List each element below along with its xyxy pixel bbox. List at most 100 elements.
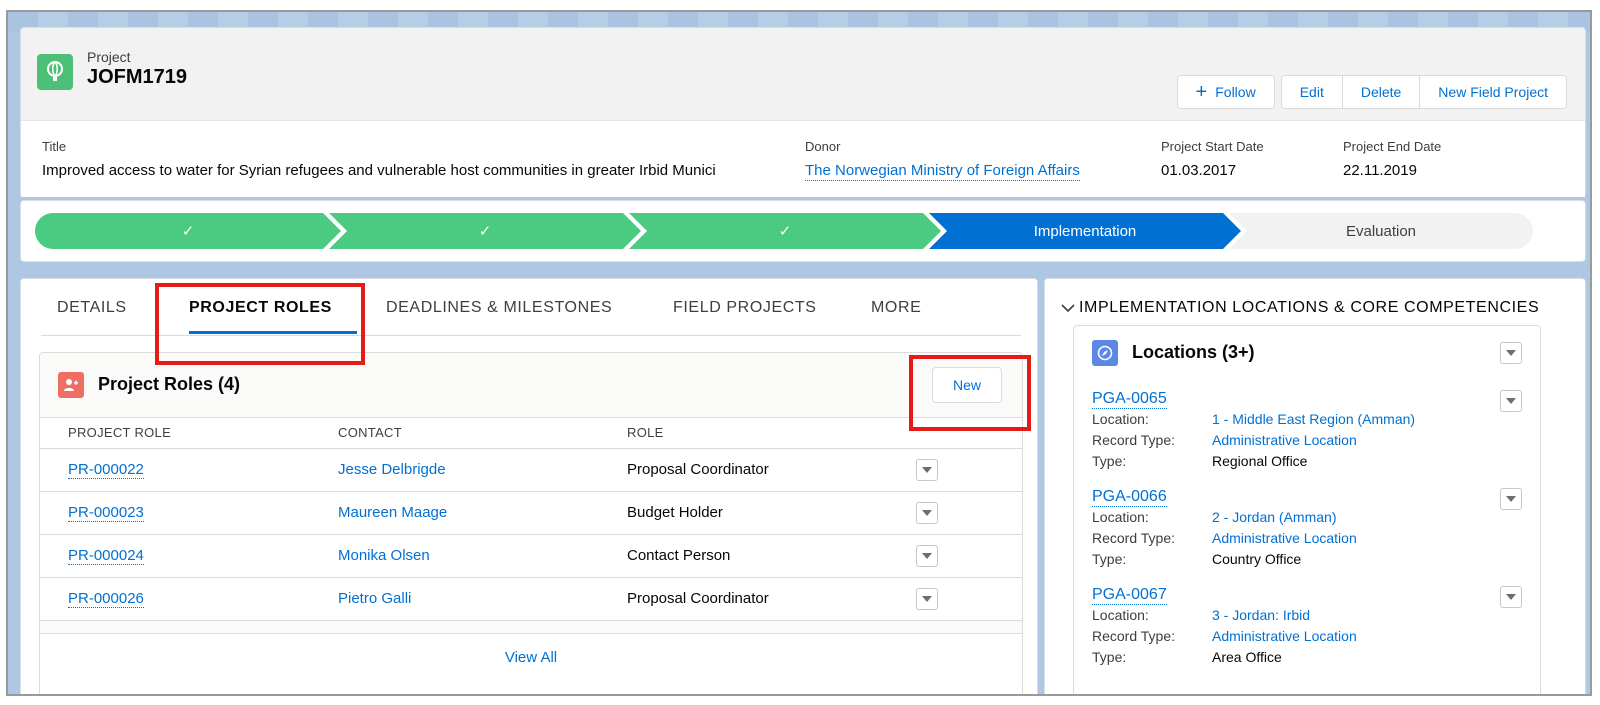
- chevron-down-icon: [922, 553, 932, 559]
- project-icon: [37, 54, 73, 90]
- row-actions-dropdown[interactable]: [916, 459, 938, 481]
- highlights-panel: Title Improved access to water for Syria…: [21, 120, 1585, 197]
- location-link[interactable]: 1 - Middle East Region (Amman): [1212, 411, 1415, 427]
- record-type-label: Record Type:: [1092, 530, 1176, 546]
- edit-button[interactable]: Edit: [1280, 75, 1343, 109]
- location-link[interactable]: 3 - Jordan: Irbid: [1212, 607, 1310, 623]
- record-type-row: Record Type: Administrative Location: [1092, 430, 1522, 451]
- path-step-2[interactable]: ✓: [329, 213, 641, 249]
- record-type-label: Record Type:: [1092, 432, 1176, 448]
- stage-path: ✓ ✓ ✓ Implementation Evaluation: [35, 213, 1533, 249]
- type-value: Area Office: [1212, 649, 1282, 665]
- record-type-link[interactable]: Administrative Location: [1212, 628, 1357, 644]
- record-tabs-card: DETAILS PROJECT ROLES DEADLINES & MILEST…: [20, 278, 1038, 694]
- check-icon: ✓: [778, 223, 792, 240]
- tab-field-projects[interactable]: FIELD PROJECTS: [673, 299, 817, 317]
- related-list-title: Project Roles (4): [98, 374, 241, 394]
- title-field-label: Title: [42, 139, 67, 154]
- check-icon: ✓: [181, 223, 195, 240]
- location-id-link[interactable]: PGA-0065: [1092, 390, 1167, 409]
- project-role-link[interactable]: PR-000023: [68, 504, 144, 522]
- chevron-down-icon: [1061, 300, 1075, 316]
- location-link[interactable]: 2 - Jordan (Amman): [1212, 509, 1336, 525]
- app-frame: Project JOFM1719 + Follow Edit Delete Ne…: [6, 10, 1592, 696]
- tab-more[interactable]: MORE: [871, 299, 921, 317]
- section-title: IMPLEMENTATION LOCATIONS & CORE COMPETEN…: [1079, 299, 1540, 316]
- chevron-down-icon: [1506, 496, 1516, 502]
- record-header: Project JOFM1719 + Follow Edit Delete Ne…: [20, 27, 1586, 197]
- project-role-link[interactable]: PR-000022: [68, 461, 144, 479]
- view-all-link[interactable]: View All: [40, 649, 1022, 666]
- role-value: Contact Person: [627, 547, 731, 564]
- delete-button[interactable]: Delete: [1341, 75, 1421, 109]
- table-header-row: PROJECT ROLE CONTACT ROLE: [40, 417, 1022, 449]
- location-label: Location:: [1092, 411, 1149, 427]
- row-actions-dropdown[interactable]: [916, 545, 938, 567]
- highlight-box-tab: [155, 283, 365, 365]
- stage-path-card: ✓ ✓ ✓ Implementation Evaluation: [20, 200, 1586, 262]
- type-value: Country Office: [1212, 551, 1302, 567]
- location-label: Location:: [1092, 607, 1149, 623]
- path-step-3[interactable]: ✓: [629, 213, 941, 249]
- contact-link[interactable]: Jesse Delbrigde: [338, 461, 446, 478]
- tab-details[interactable]: DETAILS: [57, 299, 127, 317]
- record-type-row: Record Type: Administrative Location: [1092, 528, 1522, 549]
- start-date-label: Project Start Date: [1161, 139, 1264, 154]
- location-label: Location:: [1092, 509, 1149, 525]
- start-date-value: 01.03.2017: [1161, 162, 1237, 179]
- path-step-label: Evaluation: [1345, 222, 1417, 240]
- record-type-link[interactable]: Administrative Location: [1212, 432, 1357, 448]
- record-type-row: Record Type: Administrative Location: [1092, 626, 1522, 647]
- contact-link[interactable]: Pietro Galli: [338, 590, 411, 607]
- follow-button[interactable]: + Follow: [1176, 75, 1275, 109]
- record-type-label: Record Type:: [1092, 628, 1176, 644]
- new-field-project-button[interactable]: New Field Project: [1419, 75, 1567, 109]
- location-id-link[interactable]: PGA-0067: [1092, 586, 1167, 605]
- column-header-role[interactable]: ROLE: [627, 425, 664, 440]
- chevron-down-icon: [922, 510, 932, 516]
- project-role-link[interactable]: PR-000024: [68, 547, 144, 565]
- donor-link[interactable]: The Norwegian Ministry of Foreign Affair…: [805, 162, 1080, 181]
- related-list-footer: View All: [40, 633, 1022, 694]
- role-value: Proposal Coordinator: [627, 461, 769, 478]
- column-header-project-role[interactable]: PROJECT ROLE: [68, 425, 171, 440]
- table-row: PR-000022 Jesse Delbrigde Proposal Coord…: [40, 449, 1022, 492]
- table-row: PR-000024 Monika Olsen Contact Person: [40, 535, 1022, 578]
- locations-actions-dropdown[interactable]: [1500, 342, 1522, 364]
- type-label: Type:: [1092, 551, 1127, 567]
- follow-label: Follow: [1215, 84, 1256, 100]
- contact-link[interactable]: Maureen Maage: [338, 504, 447, 521]
- project-roles-related-list: Project Roles (4) New PROJECT ROLE CONTA…: [39, 352, 1023, 694]
- project-roles-table: PROJECT ROLE CONTACT ROLE PR-000022 Jess…: [40, 417, 1022, 621]
- role-value: Budget Holder: [627, 504, 723, 521]
- project-role-link[interactable]: PR-000026: [68, 590, 144, 608]
- path-step-implementation[interactable]: Implementation: [929, 213, 1241, 249]
- chevron-down-icon: [922, 467, 932, 473]
- path-step-1[interactable]: ✓: [35, 213, 341, 249]
- column-header-contact[interactable]: CONTACT: [338, 425, 402, 440]
- role-value: Proposal Coordinator: [627, 590, 769, 607]
- action-button-group: Edit Delete New Field Project: [1280, 75, 1567, 109]
- row-actions-dropdown[interactable]: [916, 502, 938, 524]
- tab-deadlines-milestones[interactable]: DEADLINES & MILESTONES: [386, 299, 612, 317]
- side-panel: IMPLEMENTATION LOCATIONS & CORE COMPETEN…: [1044, 278, 1586, 694]
- start-date-field: Project Start Date 01.03.2017: [1161, 139, 1264, 179]
- row-actions-dropdown[interactable]: [916, 588, 938, 610]
- path-step-evaluation[interactable]: Evaluation: [1229, 213, 1533, 249]
- table-row: PR-000023 Maureen Maage Budget Holder: [40, 492, 1022, 535]
- contact-link[interactable]: Monika Olsen: [338, 547, 430, 564]
- record-type-link[interactable]: Administrative Location: [1212, 530, 1357, 546]
- type-row: Type: Regional Office: [1092, 451, 1522, 472]
- section-header[interactable]: IMPLEMENTATION LOCATIONS & CORE COMPETEN…: [1061, 299, 1539, 317]
- location-id-link[interactable]: PGA-0066: [1092, 488, 1167, 507]
- location-row: Location: 1 - Middle East Region (Amman): [1092, 409, 1522, 430]
- type-label: Type:: [1092, 649, 1127, 665]
- end-date-label: Project End Date: [1343, 139, 1442, 154]
- end-date-field: Project End Date 22.11.2019: [1343, 139, 1441, 179]
- chevron-down-icon: [1506, 350, 1516, 356]
- location-row: Location: 3 - Jordan: Irbid: [1092, 605, 1522, 626]
- donor-field: Donor The Norwegian Ministry of Foreign …: [805, 139, 1080, 181]
- header-actions: + Follow Edit Delete New Field Project: [1176, 75, 1567, 109]
- path-step-label: Implementation: [1033, 222, 1137, 240]
- type-row: Type: Country Office: [1092, 549, 1522, 570]
